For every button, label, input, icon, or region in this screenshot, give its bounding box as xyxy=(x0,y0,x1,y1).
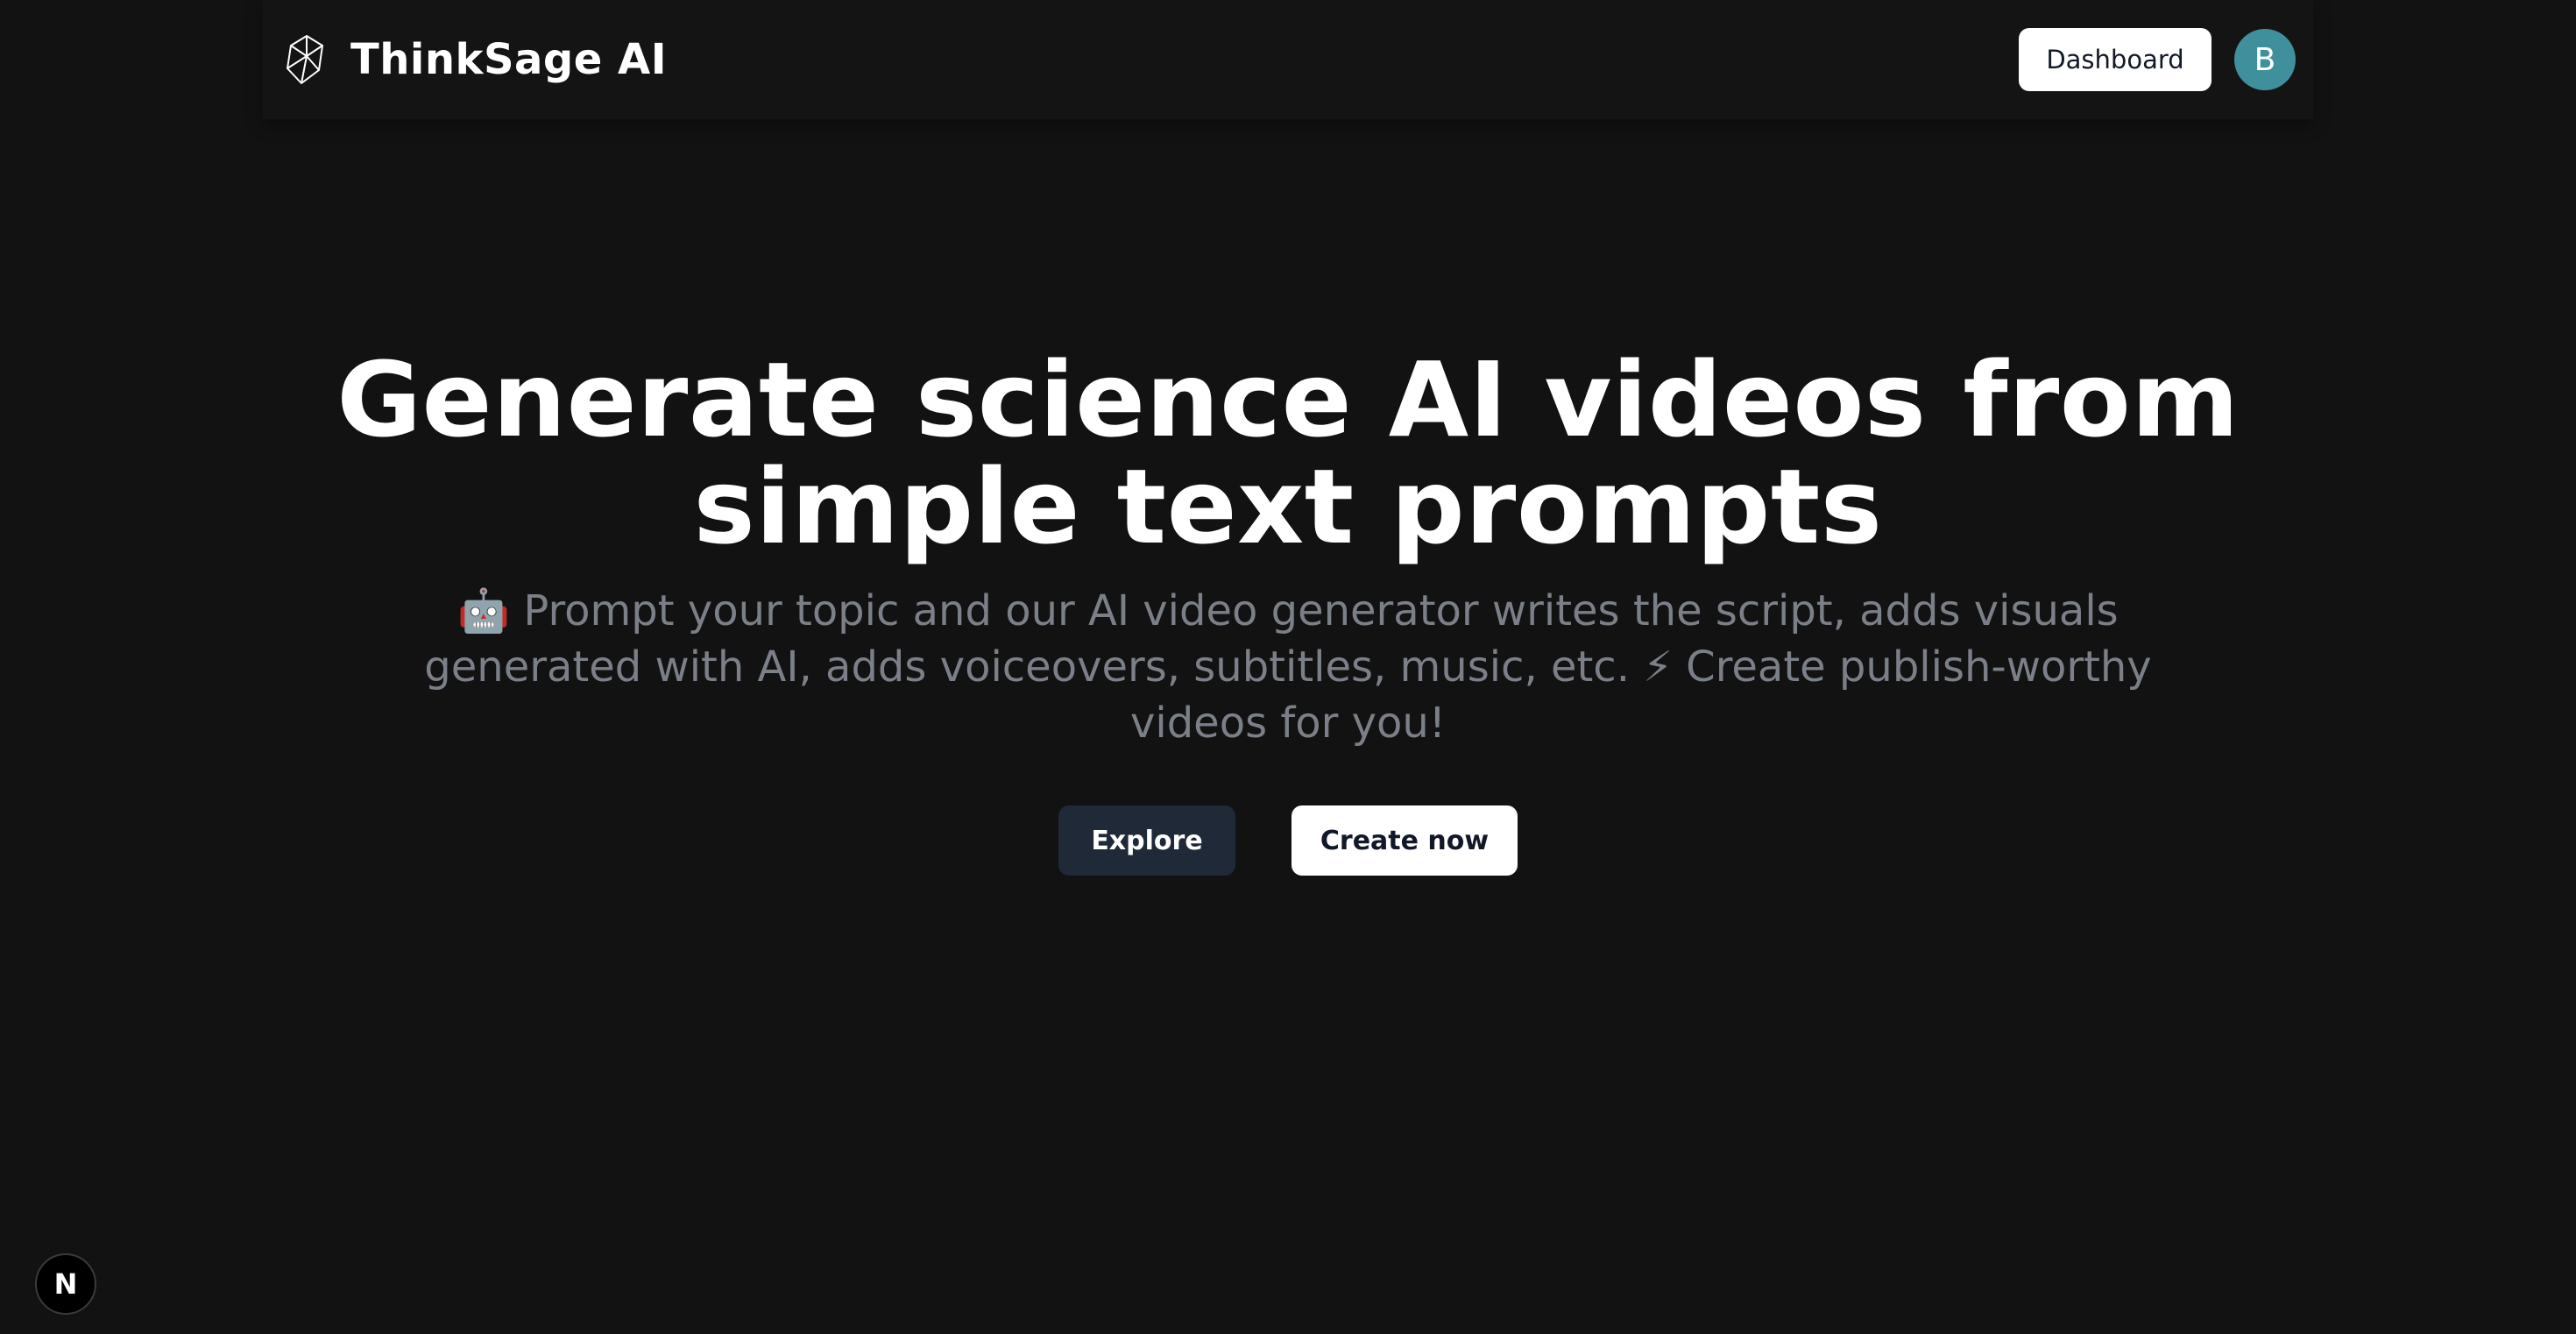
hero-title-line-2: simple text prompts xyxy=(693,446,1883,567)
nextjs-icon[interactable]: N xyxy=(35,1253,96,1315)
landing-page: ThinkSage AI Dashboard B Generate scienc… xyxy=(0,0,2576,1334)
hero-actions: Explore Create now xyxy=(0,805,2576,876)
brand[interactable]: ThinkSage AI xyxy=(263,32,667,87)
nav-actions: Dashboard B xyxy=(2019,28,2313,91)
hero-subtitle: 🤖 Prompt your topic and our AI video gen… xyxy=(424,586,2152,748)
avatar[interactable]: B xyxy=(2234,29,2296,90)
create-now-button[interactable]: Create now xyxy=(1292,805,1518,876)
hero-title: Generate science AI videos from simple t… xyxy=(0,346,2576,560)
brand-name: ThinkSage AI xyxy=(350,35,668,84)
geometric-gem-icon xyxy=(282,32,328,87)
hero-section: Generate science AI videos from simple t… xyxy=(0,346,2576,876)
explore-button[interactable]: Explore xyxy=(1058,805,1235,876)
hero-title-line-1: Generate science AI videos from xyxy=(336,339,2240,460)
navbar: ThinkSage AI Dashboard B xyxy=(263,0,2313,119)
dashboard-button[interactable]: Dashboard xyxy=(2019,28,2212,91)
